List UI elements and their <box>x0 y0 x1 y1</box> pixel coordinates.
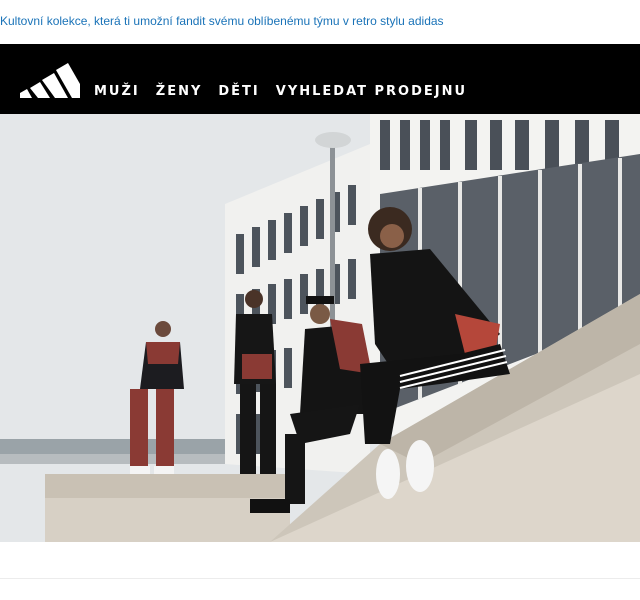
adidas-logo-icon[interactable] <box>20 58 80 98</box>
nav-item-deti[interactable]: DĚTI <box>218 84 259 99</box>
main-nav: MUŽI ŽENY DĚTI VYHLEDAT PRODEJNU <box>94 84 467 99</box>
bottom-divider <box>0 578 640 579</box>
preheader-link[interactable]: Kultovní kolekce, která ti umožní fandit… <box>0 14 444 28</box>
nav-item-zeny[interactable]: ŽENY <box>156 84 203 99</box>
nav-item-muzi[interactable]: MUŽI <box>94 84 140 99</box>
nav-item-vyhledat-prodejnu[interactable]: VYHLEDAT PRODEJNU <box>276 84 467 99</box>
header-navbar: MUŽI ŽENY DĚTI VYHLEDAT PRODEJNU <box>0 44 640 114</box>
preheader: Kultovní kolekce, která ti umožní fandit… <box>0 0 640 44</box>
hero-image[interactable] <box>0 114 640 542</box>
